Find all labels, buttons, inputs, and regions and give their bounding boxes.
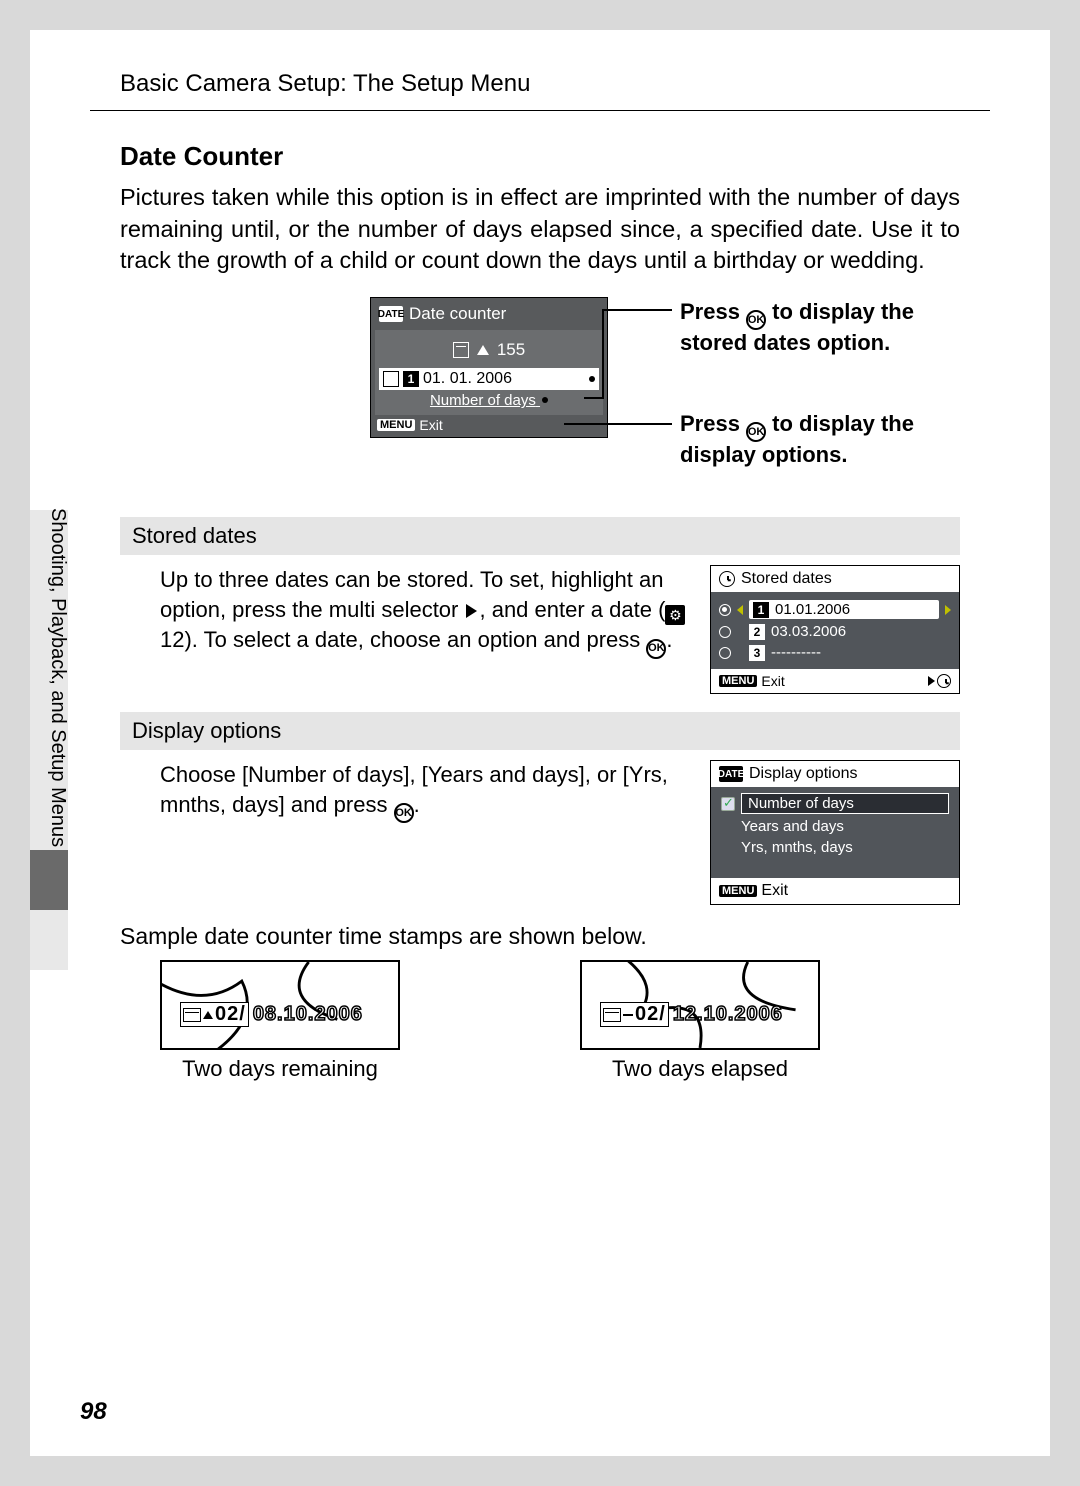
menu-button-icon: MENU	[719, 885, 757, 897]
right-arrow-icon	[945, 605, 951, 615]
radio-icon	[719, 626, 731, 638]
section-tab: Shooting, Playback, and Setup Menus	[30, 510, 68, 970]
callout-line	[584, 397, 604, 399]
ok-icon: OK	[746, 310, 766, 330]
date-icon: DATE	[719, 766, 743, 782]
display-option-row: Yrs, mnths, days	[741, 839, 853, 856]
menu-button-icon: MENU	[377, 419, 415, 431]
manual-ref-icon: ⚙	[665, 605, 685, 625]
ok-icon: OK	[746, 422, 766, 442]
stored-date-value: ----------	[771, 644, 821, 661]
menu-button-icon: MENU	[719, 675, 757, 687]
display-option-row: Years and days	[741, 818, 844, 835]
stored-dates-lcd-title: Stored dates	[741, 570, 832, 588]
sample-caption: Two days remaining	[140, 1056, 420, 1082]
date-counter-lcd: DATE Date counter 155 1 01. 01. 2006 Num…	[370, 297, 608, 438]
display-options-lcd-title: Display options	[749, 765, 858, 783]
stored-dates-lcd: Stored dates 1 01.01.2006 2 03.03.2006	[710, 565, 960, 694]
page-header: Basic Camera Setup: The Setup Menu	[90, 70, 990, 111]
display-option-row: Number of days	[741, 793, 949, 814]
callout-line	[602, 309, 672, 311]
clock-icon	[719, 571, 735, 587]
callout-line	[564, 423, 672, 425]
slot-number-icon: 3	[749, 645, 765, 661]
calendar-icon	[183, 1008, 201, 1022]
display-mode-label: Number of days	[385, 390, 593, 411]
up-triangle-icon	[203, 1011, 213, 1019]
samples-intro: Sample date counter time stamps are show…	[120, 923, 960, 950]
callout-line	[602, 309, 604, 399]
left-arrow-icon	[737, 605, 743, 615]
ok-icon: OK	[394, 803, 414, 823]
stamp-count: 02/	[635, 1003, 666, 1026]
calendar-icon	[383, 371, 399, 387]
up-triangle-icon	[477, 345, 489, 355]
radio-icon	[719, 647, 731, 659]
date-counter-lcd-figure: DATE Date counter 155 1 01. 01. 2006 Num…	[370, 297, 990, 477]
play-icon	[928, 676, 935, 686]
sample-image-elapsed: 02/ 12.10.2006	[580, 960, 820, 1050]
sample-right: 02/ 12.10.2006 Two days elapsed	[560, 960, 840, 1082]
counter-value: 155	[497, 340, 525, 360]
stored-date-value: 01.01.2006	[775, 601, 850, 618]
callout-anchor-icon	[589, 376, 595, 382]
ok-icon: OK	[646, 639, 666, 659]
callout-display-options: Press OK to display the display options.	[680, 411, 980, 468]
lcd-title: Date counter	[409, 304, 506, 324]
callout-stored-dates: Press OK to display the stored dates opt…	[680, 299, 980, 356]
exit-label: Exit	[761, 882, 788, 900]
exit-label: Exit	[761, 673, 784, 689]
calendar-icon	[603, 1008, 621, 1022]
stored-dates-heading: Stored dates	[120, 517, 960, 555]
date-slot-line: 1 01. 01. 2006	[379, 368, 599, 390]
slot-number-icon: 1	[403, 371, 419, 387]
radio-icon	[719, 604, 731, 616]
display-options-lcd: DATE Display options Number of days Year…	[710, 760, 960, 905]
stored-date-value: 03.03.2006	[771, 623, 846, 640]
section-tab-label: Shooting, Playback, and Setup Menus	[46, 508, 69, 847]
sample-image-remaining: 02/ 08.10.2006	[160, 960, 400, 1050]
stamp-date: 12.10.2006	[673, 1003, 783, 1026]
display-options-heading: Display options	[120, 712, 960, 750]
stamp-count: 02/	[215, 1003, 246, 1026]
sample-left: 02/ 08.10.2006 Two days remaining	[140, 960, 420, 1082]
intro-paragraph: Pictures taken while this option is in e…	[120, 182, 960, 277]
slot-date: 01. 01. 2006	[423, 370, 512, 388]
page-number: 98	[80, 1398, 107, 1426]
minus-icon	[623, 1014, 633, 1016]
callout-anchor-icon	[542, 397, 548, 403]
slot-number-icon: 2	[749, 624, 765, 640]
date-icon: DATE	[379, 306, 403, 322]
display-options-text: Choose [Number of days], [Years and days…	[160, 760, 690, 823]
calendar-icon	[453, 342, 469, 358]
sample-caption: Two days elapsed	[560, 1056, 840, 1082]
stamp-date: 08.10.2006	[253, 1003, 363, 1026]
clock-icon	[937, 674, 951, 688]
exit-label: Exit	[419, 417, 442, 433]
right-triangle-icon	[466, 604, 477, 618]
slot-number-icon: 1	[753, 602, 769, 618]
check-icon	[721, 797, 735, 811]
section-title: Date Counter	[120, 141, 990, 172]
stored-dates-text: Up to three dates can be stored. To set,…	[160, 565, 690, 659]
